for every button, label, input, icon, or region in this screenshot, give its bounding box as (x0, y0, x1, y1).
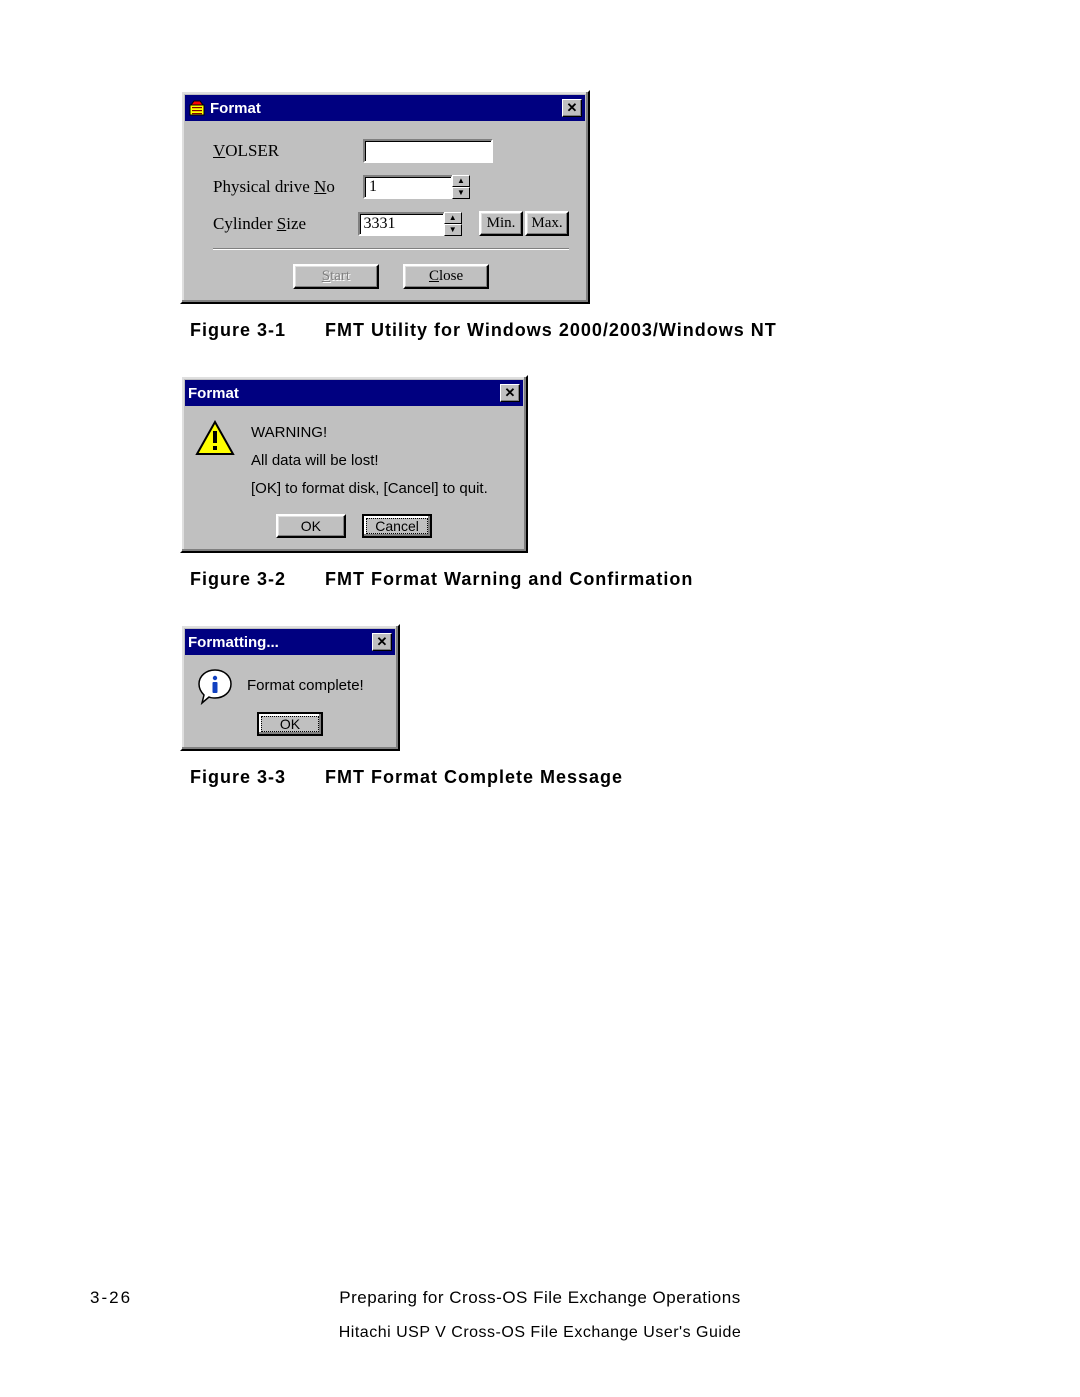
close-button[interactable]: Close (403, 264, 489, 289)
figure-caption-2: Figure 3-2FMT Format Warning and Confirm… (190, 569, 990, 590)
volser-input[interactable] (363, 139, 493, 163)
spin-up-icon[interactable]: ▲ (452, 175, 470, 187)
warning-dialog: Format ✕ WARNING! All data will be lost!… (180, 375, 528, 553)
drive-spinner[interactable]: ▲ ▼ (452, 175, 470, 199)
spin-down-icon[interactable]: ▼ (444, 224, 462, 236)
ok-button[interactable]: OK (257, 712, 323, 736)
cyl-spinner[interactable]: ▲ ▼ (444, 212, 462, 236)
volser-label: VOLSER (213, 141, 363, 161)
info-icon (195, 667, 235, 707)
ok-button[interactable]: OK (276, 514, 346, 538)
warning-icon (195, 420, 235, 456)
complete-message: Format complete! (247, 677, 385, 694)
format-dialog: Format ✕ VOLSER Physical drive No 1 ▲ ▼ … (180, 90, 590, 304)
close-icon[interactable]: ✕ (372, 633, 392, 651)
physical-drive-label: Physical drive No (213, 177, 363, 197)
dialog-title: Formatting... (188, 634, 279, 651)
formatting-dialog: Formatting... ✕ Format complete! OK (180, 624, 400, 751)
dialog-title: Format (188, 385, 239, 402)
cylinder-size-label: Cylinder Size (213, 214, 358, 234)
titlebar[interactable]: Formatting... ✕ (185, 629, 395, 655)
max-button[interactable]: Max. (525, 211, 569, 236)
dialog-title: Format (210, 100, 261, 117)
spin-down-icon[interactable]: ▼ (452, 187, 470, 199)
chapter-title: Preparing for Cross-OS File Exchange Ope… (0, 1288, 1080, 1308)
titlebar[interactable]: Format ✕ (185, 380, 523, 406)
titlebar[interactable]: Format ✕ (185, 95, 585, 121)
start-button: Start (293, 264, 379, 289)
page-number: 3-26 (90, 1288, 132, 1308)
close-icon[interactable]: ✕ (500, 384, 520, 402)
warning-line: All data will be lost! (251, 450, 513, 472)
format-app-icon (188, 99, 206, 117)
cancel-button[interactable]: Cancel (362, 514, 432, 538)
figure-caption-1: Figure 3-1FMT Utility for Windows 2000/2… (190, 320, 990, 341)
guide-title: Hitachi USP V Cross-OS File Exchange Use… (0, 1324, 1080, 1342)
figure-caption-3: Figure 3-3FMT Format Complete Message (190, 767, 990, 788)
min-button[interactable]: Min. (479, 211, 523, 236)
cylinder-size-input[interactable]: 3331 (358, 212, 445, 236)
spin-up-icon[interactable]: ▲ (444, 212, 462, 224)
warning-instruction: [OK] to format disk, [Cancel] to quit. (251, 478, 513, 500)
page-footer: 3-26 Preparing for Cross-OS File Exchang… (0, 1288, 1080, 1342)
physical-drive-input[interactable]: 1 (363, 175, 453, 199)
separator (213, 248, 569, 250)
warning-heading: WARNING! (251, 422, 513, 444)
close-icon[interactable]: ✕ (562, 99, 582, 117)
